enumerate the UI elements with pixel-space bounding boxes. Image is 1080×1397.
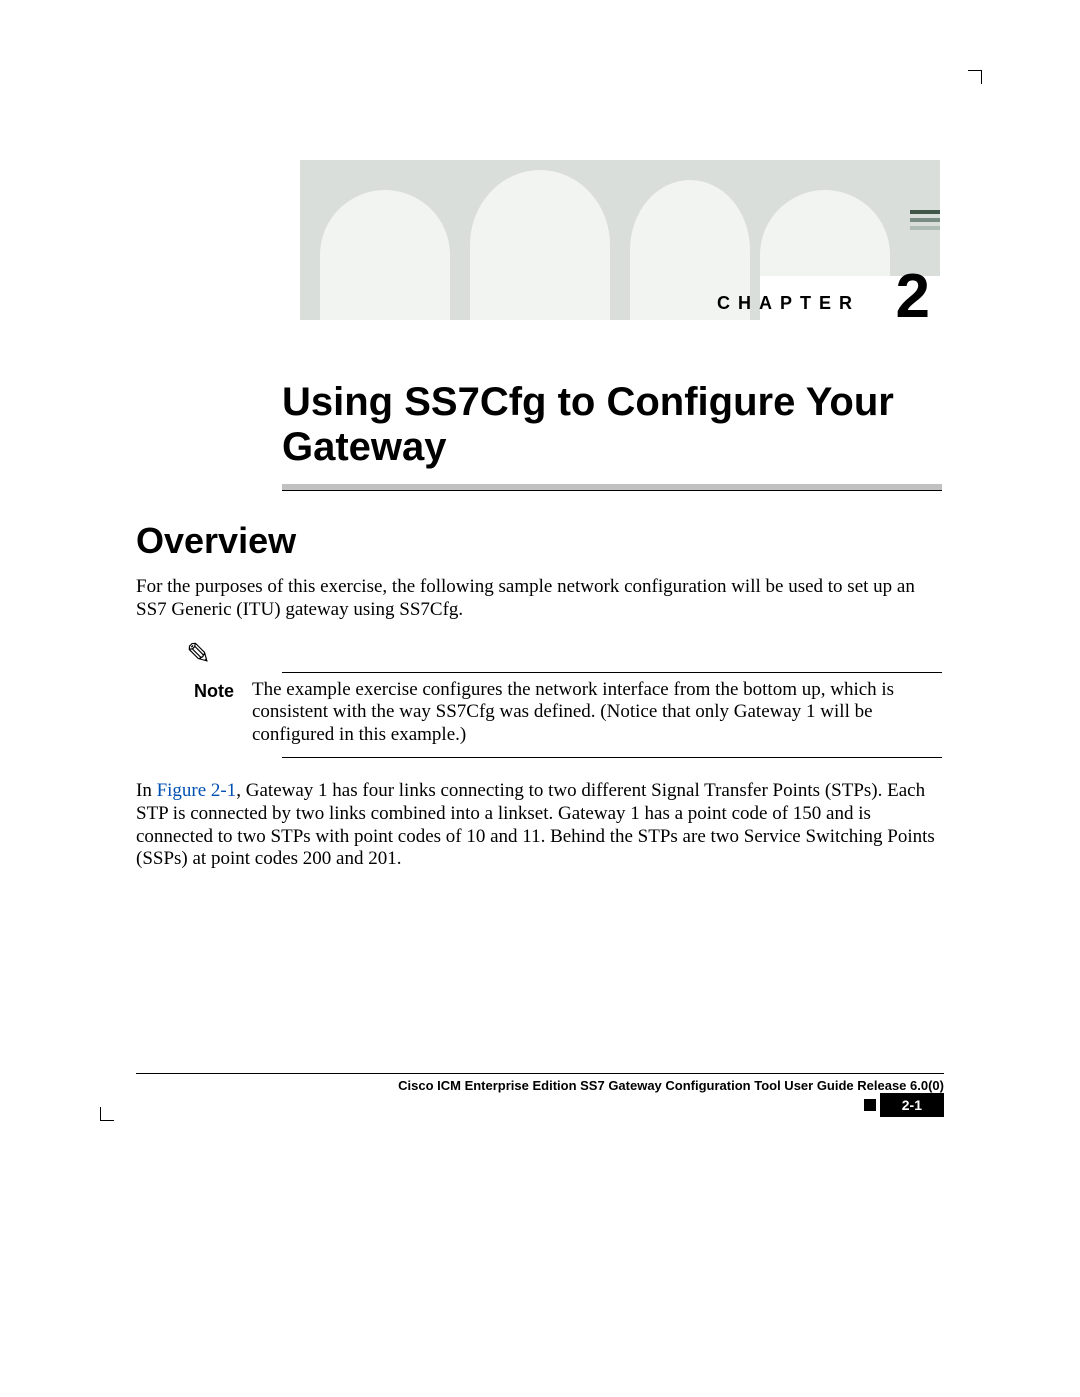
figure-link[interactable]: Figure 2-1	[157, 780, 237, 801]
note-label: Note	[186, 679, 234, 747]
section-overview: Overview For the purposes of this exerci…	[136, 520, 942, 889]
note-header: ✎	[186, 640, 942, 670]
text: , Gateway 1 has four links connecting to…	[136, 780, 935, 869]
footer-square-icon	[864, 1099, 876, 1111]
banner-stripe	[910, 218, 940, 222]
crop-mark-icon	[100, 1107, 114, 1121]
chapter-number: 2	[896, 266, 930, 320]
note-block: ✎ Note The example exercise configures t…	[186, 640, 942, 758]
crop-mark-icon	[968, 70, 982, 84]
page-footer: Cisco ICM Enterprise Edition SS7 Gateway…	[136, 1073, 944, 1117]
note-body: The example exercise configures the netw…	[252, 679, 942, 747]
footer-rule	[136, 1073, 944, 1074]
footer-bar: 2-1	[136, 1093, 944, 1117]
note-rule	[282, 757, 942, 758]
title-rule-thin	[282, 490, 942, 491]
page-title: Using SS7Cfg to Configure Your Gateway	[282, 380, 942, 470]
title-block: Using SS7Cfg to Configure Your Gateway	[282, 380, 942, 491]
section-heading: Overview	[136, 520, 942, 562]
pencil-icon: ✎	[186, 640, 211, 670]
note-row: Note The example exercise configures the…	[186, 679, 942, 747]
banner-stripe	[910, 210, 940, 214]
page: CHAPTER 2 Using SS7Cfg to Configure Your…	[0, 0, 1080, 1397]
text: In	[136, 780, 157, 801]
banner-silhouette	[320, 190, 450, 320]
paragraph-body: In Figure 2-1, Gateway 1 has four links …	[136, 780, 942, 871]
note-rule	[282, 672, 942, 673]
footer-book-title: Cisco ICM Enterprise Edition SS7 Gateway…	[136, 1078, 944, 1093]
footer-page-number: 2-1	[880, 1093, 944, 1117]
chapter-banner: CHAPTER 2	[300, 160, 940, 320]
chapter-label: CHAPTER	[717, 293, 860, 314]
banner-silhouette	[470, 170, 610, 320]
paragraph-intro: For the purposes of this exercise, the f…	[136, 576, 942, 622]
banner-stripe	[910, 226, 940, 230]
